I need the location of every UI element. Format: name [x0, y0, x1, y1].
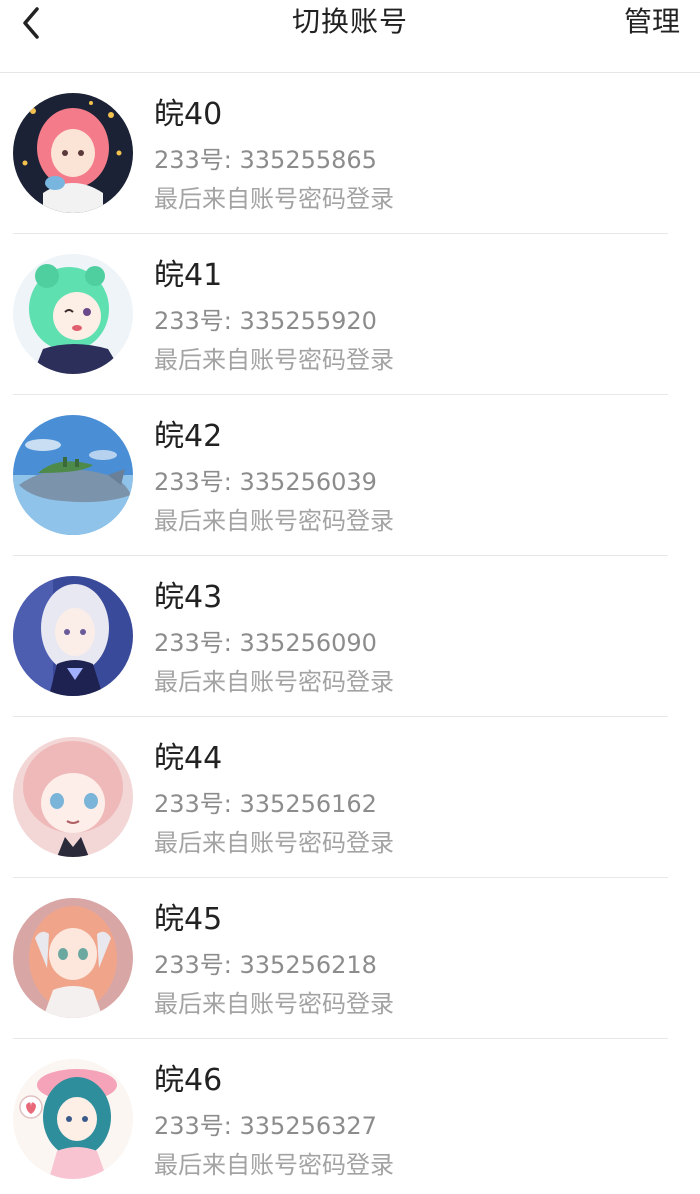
account-item-43[interactable]: 皖43 233号: 335256090 最后来自账号密码登录 [13, 556, 668, 717]
anime-girl-green-hair-avatar [13, 254, 133, 374]
anime-girl-pink-hair-avatar [13, 93, 133, 213]
account-login-source: 最后来自账号密码登录 [154, 507, 394, 535]
account-name: 皖44 [154, 741, 223, 776]
account-item-44[interactable]: 皖44 233号: 335256162 最后来自账号密码登录 [13, 717, 668, 878]
account-name: 皖46 [154, 1063, 223, 1098]
account-name: 皖45 [154, 902, 223, 937]
account-login-source: 最后来自账号密码登录 [154, 1151, 394, 1179]
flying-whale-island-avatar [13, 415, 133, 535]
anime-girl-teal-hair-hat-avatar [13, 1059, 133, 1179]
account-name: 皖43 [154, 580, 223, 615]
account-item-41[interactable]: 皖41 233号: 335255920 最后来自账号密码登录 [13, 234, 668, 395]
nav-bar: 切换账号 管理 [0, 0, 700, 73]
anime-girl-orange-hair-avatar [13, 898, 133, 1018]
account-id: 233号: 335256090 [154, 629, 377, 657]
account-id: 233号: 335255920 [154, 307, 377, 335]
account-id: 233号: 335256327 [154, 1112, 377, 1140]
account-id: 233号: 335255865 [154, 146, 377, 174]
manage-button[interactable]: 管理 [624, 4, 680, 40]
account-login-source: 最后来自账号密码登录 [154, 185, 394, 213]
account-login-source: 最后来自账号密码登录 [154, 829, 394, 857]
account-login-source: 最后来自账号密码登录 [154, 990, 394, 1018]
account-login-source: 最后来自账号密码登录 [154, 668, 394, 696]
account-id: 233号: 335256218 [154, 951, 377, 979]
account-item-45[interactable]: 皖45 233号: 335256218 最后来自账号密码登录 [13, 878, 668, 1039]
account-name: 皖42 [154, 419, 223, 454]
account-item-46[interactable]: 皖46 233号: 335256327 最后来自账号密码登录 [13, 1039, 668, 1194]
account-name: 皖41 [154, 258, 223, 293]
page-title: 切换账号 [291, 5, 408, 38]
account-list: 皖40 233号: 335255865 最后来自账号密码登录 皖41 233号:… [0, 73, 700, 1194]
account-item-40[interactable]: 皖40 233号: 335255865 最后来自账号密码登录 [13, 73, 668, 234]
account-item-42[interactable]: 皖42 233号: 335256039 最后来自账号密码登录 [13, 395, 668, 556]
account-login-source: 最后来自账号密码登录 [154, 346, 394, 374]
account-id: 233号: 335256162 [154, 790, 377, 818]
account-name: 皖40 [154, 97, 223, 132]
account-id: 233号: 335256039 [154, 468, 377, 496]
anime-girl-light-pink-hair-avatar [13, 737, 133, 857]
anime-girl-silver-hair-avatar [13, 576, 133, 696]
